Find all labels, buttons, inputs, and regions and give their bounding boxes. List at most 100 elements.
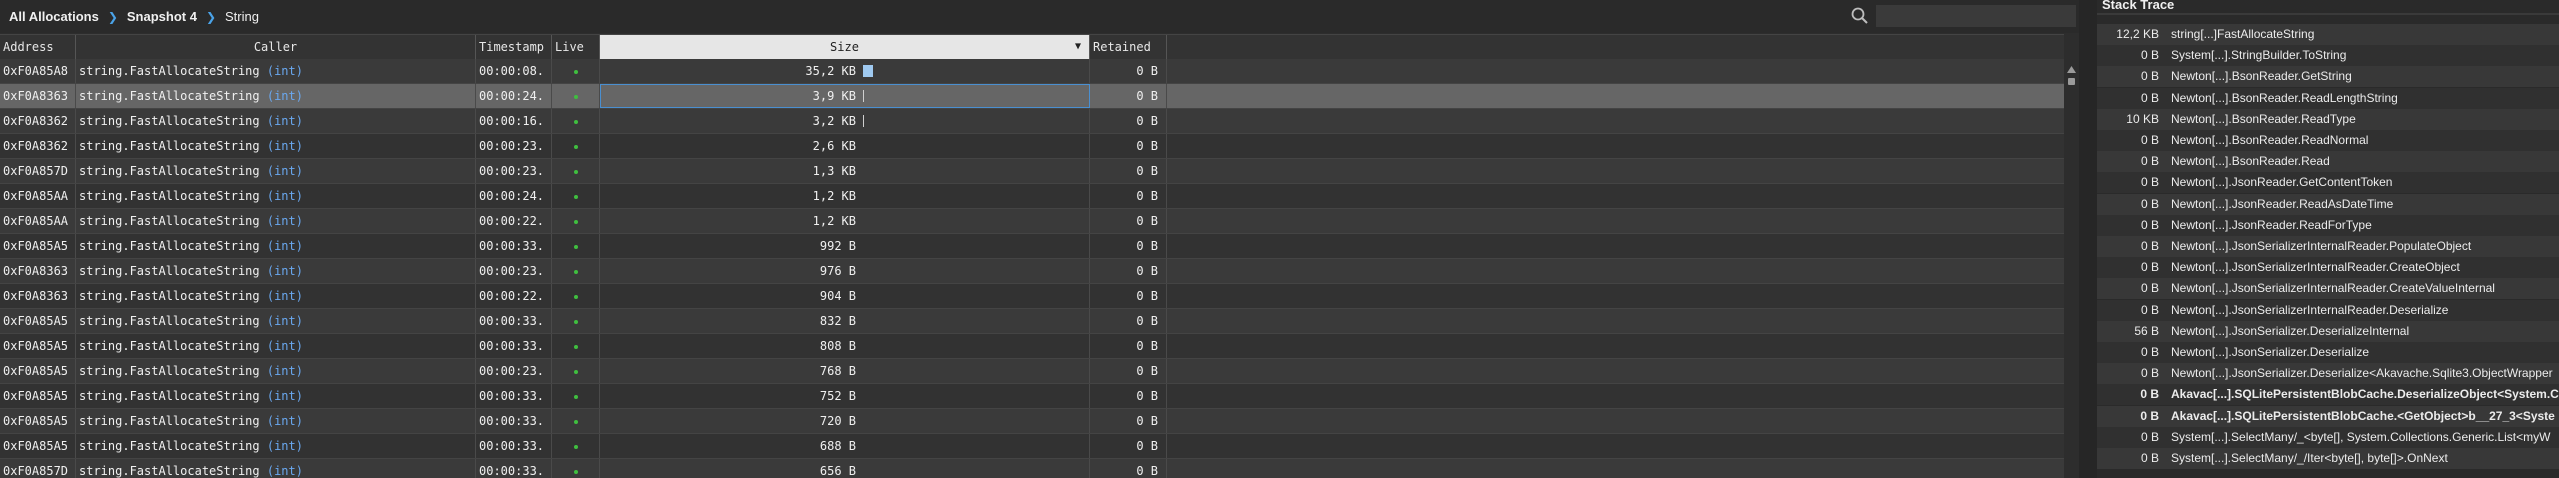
- scroll-up-icon[interactable]: [2067, 66, 2076, 73]
- stack-frame[interactable]: 12,2 KB string[...]FastAllocateString: [2097, 24, 2559, 45]
- cell-timestamp: 00:00:33.: [476, 234, 552, 258]
- stack-frame[interactable]: 0 B Newton[...].BsonReader.ReadLengthStri…: [2097, 88, 2559, 109]
- search-input[interactable]: [1876, 5, 2076, 27]
- size-value: 1,2 KB: [812, 214, 856, 228]
- stack-frame-name: Akavac[...].SQLitePersistentBlobCache.De…: [2171, 387, 2559, 401]
- cell-caller: string.FastAllocateString (int): [76, 109, 476, 133]
- cell-address: 0xF0A85A5: [0, 434, 76, 458]
- table-row[interactable]: 0xF0A8362 string.FastAllocateString (int)…: [0, 134, 2064, 159]
- cell-address: 0xF0A85A5: [0, 409, 76, 433]
- stack-frame[interactable]: 0 B Newton[...].BsonReader.Read: [2097, 151, 2559, 172]
- caller-function: string.FastAllocateString: [79, 139, 260, 153]
- caller-function: string.FastAllocateString: [79, 464, 260, 478]
- live-indicator-icon: [573, 244, 578, 249]
- breadcrumb-all-allocations[interactable]: All Allocations: [9, 9, 99, 24]
- cell-caller: string.FastAllocateString (int): [76, 184, 476, 208]
- cell-address: 0xF0A85A5: [0, 384, 76, 408]
- cell-caller: string.FastAllocateString (int): [76, 309, 476, 333]
- live-indicator-icon: [573, 419, 578, 424]
- column-header-retained[interactable]: Retained: [1090, 35, 1167, 60]
- stack-frame[interactable]: 0 B System[...].SelectMany/_<byte[], Syst…: [2097, 427, 2559, 448]
- scrollbar-thumb[interactable]: [2068, 78, 2075, 85]
- stack-frame[interactable]: 0 B Newton[...].JsonReader.GetContentToke…: [2097, 172, 2559, 193]
- stack-frame[interactable]: 0 B System[...].SelectMany/_/Iter<byte[],…: [2097, 448, 2559, 469]
- stack-frame[interactable]: 0 B System[...].StringBuilder.ToString: [2097, 45, 2559, 66]
- table-row[interactable]: 0xF0A85A5 string.FastAllocateString (int)…: [0, 434, 2064, 459]
- size-value: 768 B: [819, 364, 856, 378]
- table-row[interactable]: 0xF0A857D string.FastAllocateString (int)…: [0, 459, 2064, 478]
- stack-frame[interactable]: 0 B Akavac[...].SQLitePersistentBlobCache…: [2097, 406, 2559, 427]
- column-header-timestamp[interactable]: Timestamp: [476, 35, 552, 60]
- size-value: 752 B: [819, 389, 856, 403]
- live-indicator-icon: [573, 294, 578, 299]
- size-value: 656 B: [819, 464, 856, 478]
- table-row[interactable]: 0xF0A8362 string.FastAllocateString (int)…: [0, 109, 2064, 134]
- pane-splitter[interactable]: [2079, 0, 2097, 478]
- cell-caller: string.FastAllocateString (int): [76, 434, 476, 458]
- table-row[interactable]: 0xF0A85AA string.FastAllocateString (int)…: [0, 209, 2064, 234]
- vertical-scrollbar[interactable]: [2064, 34, 2079, 478]
- cell-size: 3,2 KB: [600, 109, 1090, 133]
- cell-caller: string.FastAllocateString (int): [76, 59, 476, 83]
- grid-body[interactable]: 0xF0A85A8 string.FastAllocateString (int)…: [0, 59, 2064, 478]
- stack-frame[interactable]: 0 B Newton[...].JsonSerializerInternalRea…: [2097, 236, 2559, 257]
- stack-frame-name: Newton[...].JsonSerializer.DeserializeIn…: [2171, 324, 2410, 338]
- table-row[interactable]: 0xF0A85A5 string.FastAllocateString (int)…: [0, 309, 2064, 334]
- caller-function: string.FastAllocateString: [79, 439, 260, 453]
- stack-frame-size: 0 B: [2140, 451, 2159, 465]
- column-header-address[interactable]: Address: [0, 35, 76, 60]
- column-header-live[interactable]: Live: [552, 35, 600, 60]
- stack-frame[interactable]: 0 B Newton[...].JsonSerializerInternalRea…: [2097, 257, 2559, 278]
- table-row[interactable]: 0xF0A85A5 string.FastAllocateString (int)…: [0, 359, 2064, 384]
- cell-address: 0xF0A8363: [0, 259, 76, 283]
- breadcrumb-snapshot[interactable]: Snapshot 4: [127, 9, 197, 24]
- stack-frame[interactable]: 0 B Newton[...].JsonSerializer.Deserializ…: [2097, 342, 2559, 363]
- cell-retained: 0 B: [1090, 134, 1167, 158]
- stack-frame[interactable]: 10 KB Newton[...].BsonReader.ReadType: [2097, 109, 2559, 130]
- cell-timestamp: 00:00:33.: [476, 309, 552, 333]
- table-row[interactable]: 0xF0A85A5 string.FastAllocateString (int)…: [0, 334, 2064, 359]
- stack-frame[interactable]: 0 B Akavac[...].SQLitePersistentBlobCache…: [2097, 384, 2559, 405]
- cell-address: 0xF0A8363: [0, 284, 76, 308]
- table-row[interactable]: 0xF0A8363 string.FastAllocateString (int)…: [0, 84, 2064, 109]
- table-row[interactable]: 0xF0A8363 string.FastAllocateString (int)…: [0, 259, 2064, 284]
- caller-function: string.FastAllocateString: [79, 264, 260, 278]
- table-row[interactable]: 0xF0A85A5 string.FastAllocateString (int)…: [0, 409, 2064, 434]
- table-row[interactable]: 0xF0A8363 string.FastAllocateString (int)…: [0, 284, 2064, 309]
- stack-frame-name: Newton[...].JsonSerializerInternalReader…: [2171, 281, 2495, 295]
- size-value: 3,9 KB: [812, 89, 856, 103]
- size-bar: [863, 65, 873, 77]
- column-header-size[interactable]: Size ▼: [600, 35, 1090, 60]
- cell-filler: [1167, 134, 2064, 158]
- stack-frame[interactable]: 0 B Newton[...].BsonReader.ReadNormal: [2097, 130, 2559, 151]
- stack-frame-name: Newton[...].BsonReader.ReadNormal: [2171, 133, 2369, 147]
- table-row[interactable]: 0xF0A857D string.FastAllocateString (int)…: [0, 159, 2064, 184]
- stack-frame[interactable]: 56 B Newton[...].JsonSerializer.Deseriali…: [2097, 321, 2559, 342]
- cell-retained: 0 B: [1090, 384, 1167, 408]
- stack-frame[interactable]: 0 B Newton[...].JsonSerializerInternalRea…: [2097, 300, 2559, 321]
- table-row[interactable]: 0xF0A85AA string.FastAllocateString (int)…: [0, 184, 2064, 209]
- cell-address: 0xF0A85A5: [0, 359, 76, 383]
- stack-frame[interactable]: 0 B Newton[...].BsonReader.GetString: [2097, 66, 2559, 87]
- table-row[interactable]: 0xF0A85A8 string.FastAllocateString (int)…: [0, 59, 2064, 84]
- allocations-grid: Address Caller Timestamp Live Size ▼ Ret…: [0, 34, 2064, 478]
- size-value: 720 B: [819, 414, 856, 428]
- cell-live: [552, 134, 600, 158]
- search-icon[interactable]: [1850, 6, 1870, 26]
- column-header-caller[interactable]: Caller: [76, 35, 476, 60]
- stack-frame[interactable]: 0 B Newton[...].JsonSerializerInternalRea…: [2097, 278, 2559, 299]
- caller-arg-type: (int): [266, 64, 303, 78]
- cell-address: 0xF0A85AA: [0, 209, 76, 233]
- breadcrumb: All Allocations ❯ Snapshot 4 ❯ String: [0, 0, 2079, 33]
- table-row[interactable]: 0xF0A85A5 string.FastAllocateString (int)…: [0, 234, 2064, 259]
- stack-frame[interactable]: 0 B Newton[...].JsonReader.ReadForType: [2097, 215, 2559, 236]
- stack-frame-size: 0 B: [2140, 260, 2159, 274]
- size-value: 1,2 KB: [812, 189, 856, 203]
- table-row[interactable]: 0xF0A85A5 string.FastAllocateString (int)…: [0, 384, 2064, 409]
- live-indicator-icon: [573, 319, 578, 324]
- cell-retained: 0 B: [1090, 109, 1167, 133]
- stack-frame[interactable]: 0 B Newton[...].JsonReader.ReadAsDateTime: [2097, 194, 2559, 215]
- stack-frame[interactable]: 0 B Newton[...].JsonSerializer.Deserializ…: [2097, 363, 2559, 384]
- stack-frame-name: Newton[...].JsonReader.ReadForType: [2171, 218, 2372, 232]
- stack-frame-size: 12,2 KB: [2116, 27, 2159, 41]
